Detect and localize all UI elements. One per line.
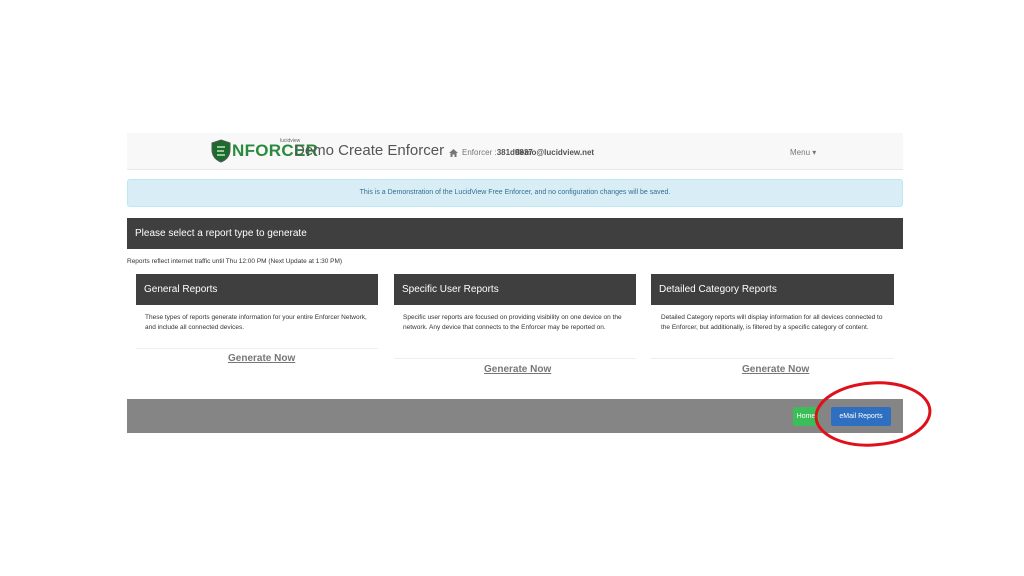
card-general-reports-heading: General Reports — [136, 274, 378, 305]
page-title[interactable]: Demo Create Enforcer — [294, 142, 444, 159]
menu-label: Menu — [790, 148, 811, 157]
report-note: Reports reflect internet traffic until T… — [127, 258, 343, 265]
shield-logo-icon — [211, 139, 231, 163]
card-specific-user-reports-body: Specific user reports are focused on pro… — [403, 314, 622, 331]
generate-detailed-category-reports-link[interactable]: Generate Now — [742, 364, 809, 375]
card-title: General Reports — [144, 284, 218, 295]
panel-heading: Please select a report type to generate — [127, 218, 903, 249]
footer-bar: Home eMail Reports — [127, 399, 903, 433]
caret-down-icon: ▾ — [812, 148, 817, 157]
card-specific-user-reports-heading: Specific User Reports — [394, 274, 636, 305]
card-divider — [651, 358, 894, 359]
generate-specific-user-reports-link[interactable]: Generate Now — [484, 364, 551, 375]
panel-heading-text: Please select a report type to generate — [135, 228, 307, 239]
card-divider — [394, 358, 636, 359]
card-divider — [136, 348, 378, 349]
navbar: lucidview NFORCER Demo Create Enforcer E… — [127, 133, 903, 170]
demo-alert: This is a Demonstration of the LucidView… — [127, 179, 903, 207]
home-button[interactable]: Home — [793, 407, 819, 426]
card-title: Detailed Category Reports — [659, 284, 777, 295]
enforcer-label: Enforcer : — [462, 148, 497, 157]
card-detailed-category-reports-body: Detailed Category reports will display i… — [661, 314, 883, 331]
card-general-reports-body: These types of reports generate informat… — [145, 314, 367, 331]
card-title: Specific User Reports — [402, 284, 499, 295]
user-email[interactable]: demo@lucidview.net — [515, 148, 594, 157]
generate-general-reports-link[interactable]: Generate Now — [228, 353, 295, 364]
home-icon — [449, 148, 458, 157]
card-detailed-category-reports-heading: Detailed Category Reports — [651, 274, 894, 305]
menu-dropdown[interactable]: Menu ▾ — [790, 148, 816, 157]
email-reports-button[interactable]: eMail Reports — [831, 407, 891, 426]
